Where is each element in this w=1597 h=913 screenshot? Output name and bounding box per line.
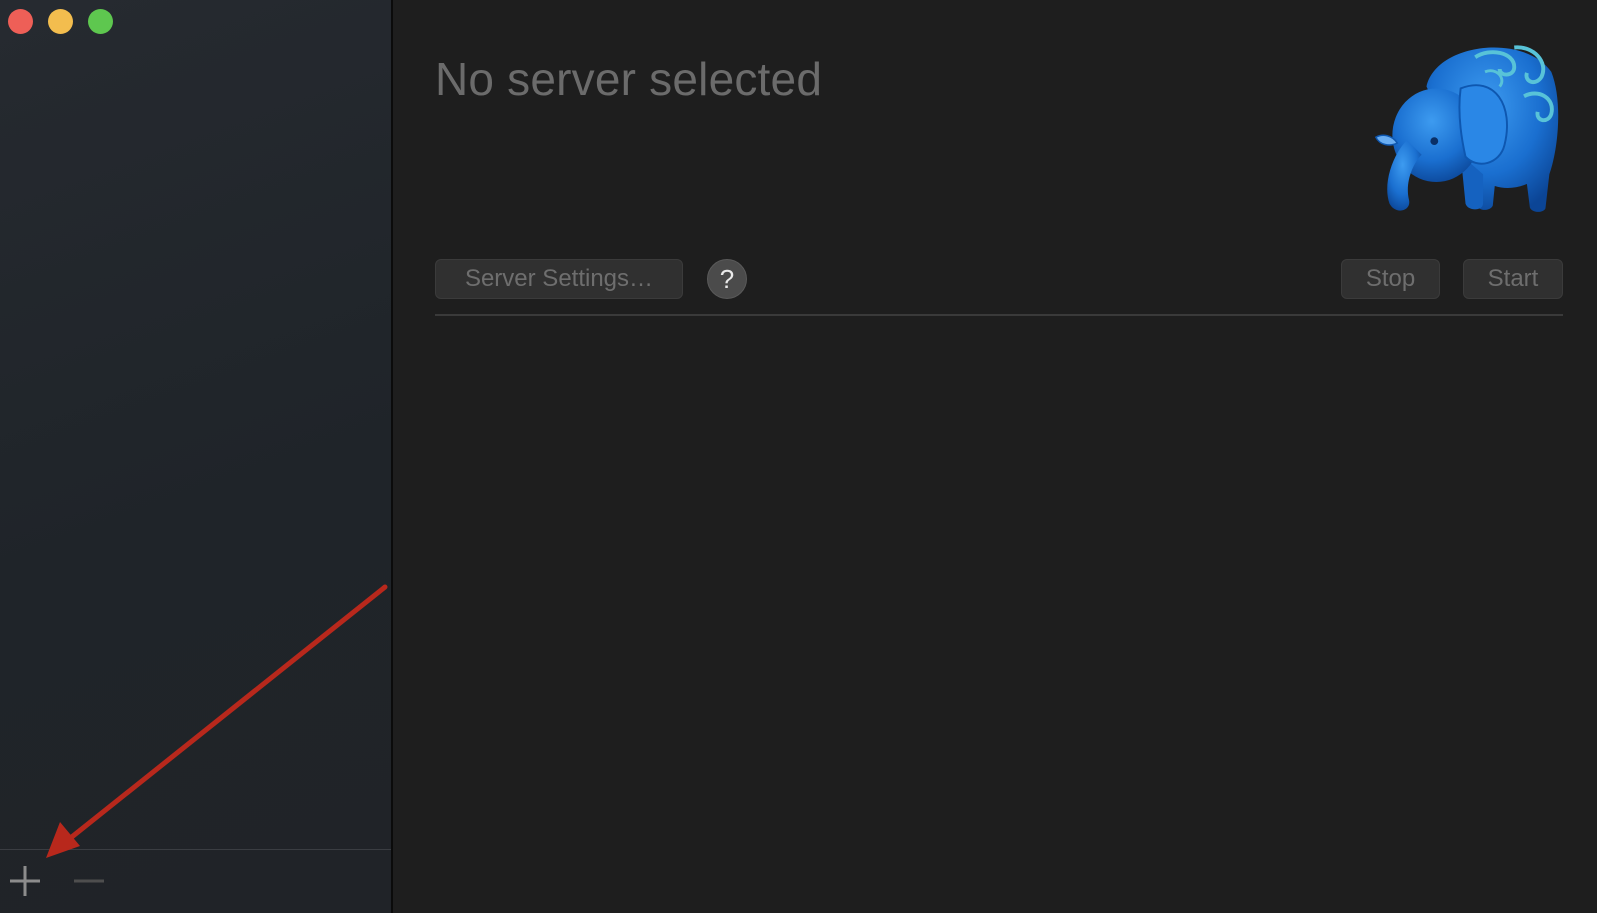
start-button[interactable]: Start (1463, 259, 1563, 299)
page-title: No server selected (435, 53, 823, 105)
add-server-button[interactable] (8, 862, 42, 898)
toolbar-divider (435, 314, 1563, 316)
elephant-logo (1374, 45, 1559, 212)
stop-button[interactable]: Stop (1341, 259, 1440, 299)
close-window-button[interactable] (8, 9, 33, 34)
help-button[interactable]: ? (707, 259, 747, 299)
minimize-window-button[interactable] (48, 9, 73, 34)
server-sidebar (0, 0, 393, 913)
minus-icon (74, 879, 104, 883)
app-window: No server selected Server Settings… ? St… (0, 0, 1597, 913)
maximize-window-button[interactable] (88, 9, 113, 34)
server-settings-button[interactable]: Server Settings… (435, 259, 683, 299)
remove-server-button[interactable] (72, 862, 106, 898)
help-icon: ? (719, 263, 735, 294)
sidebar-footer (0, 849, 391, 913)
plus-icon (10, 866, 40, 896)
main-panel: No server selected Server Settings… ? St… (393, 0, 1597, 913)
